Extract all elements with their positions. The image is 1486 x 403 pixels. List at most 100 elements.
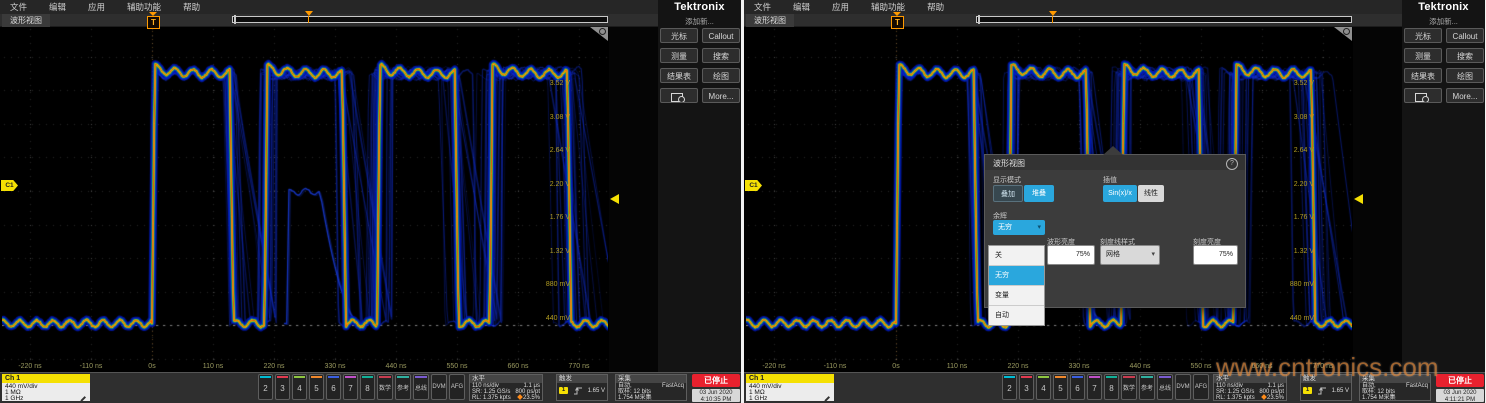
watermark: www.cntronics.com [1216, 352, 1439, 383]
ref-button[interactable]: 参考 [1139, 374, 1155, 400]
measure-button[interactable]: 测量 [660, 48, 698, 63]
run-stop-button[interactable]: 已停止 [1436, 374, 1484, 387]
search-button[interactable]: 搜索 [1446, 48, 1484, 63]
trigger-level-arrow-icon[interactable] [1354, 194, 1363, 204]
channel6-button[interactable]: 6 [326, 374, 341, 400]
trigger-source-chip: 1 [1303, 387, 1312, 394]
channel5-button[interactable]: 5 [1053, 374, 1068, 400]
cursor-button[interactable]: 光标 [1404, 28, 1442, 43]
math-button[interactable]: 数学 [1121, 374, 1137, 400]
trigger-level: 1.65 V [1332, 388, 1349, 394]
persistence-option-off[interactable]: 关 [989, 246, 1044, 266]
menu-file[interactable]: 文件 [10, 1, 27, 13]
results-table-button[interactable]: 结果表 [660, 68, 698, 83]
channel2-button[interactable]: 2 [258, 374, 273, 400]
measure-button[interactable]: 测量 [1404, 48, 1442, 63]
channel4-button[interactable]: 4 [1036, 374, 1051, 400]
channel6-button[interactable]: 6 [1070, 374, 1085, 400]
y-axis-label: 880 mV [526, 281, 570, 288]
math-button[interactable]: 数学 [377, 374, 393, 400]
menu-help[interactable]: 帮助 [183, 1, 200, 13]
callout-button[interactable]: Callout [702, 28, 740, 43]
zoom-search-button[interactable] [660, 88, 698, 103]
bus-button[interactable]: 总线 [413, 374, 429, 400]
run-stop-button[interactable]: 已停止 [692, 374, 740, 387]
trigger-level-arrow-icon[interactable] [610, 194, 619, 204]
trigger-position-flag[interactable]: T [891, 16, 904, 29]
channel2-color [260, 376, 271, 378]
persistence-option-infinite[interactable]: 无穷 [989, 266, 1044, 286]
x-axis-label: -110 ns [71, 363, 111, 370]
channel3-button[interactable]: 3 [1019, 374, 1034, 400]
sinx-toggle[interactable]: Sin(x)/x [1103, 185, 1137, 202]
channel8-button[interactable]: 8 [1104, 374, 1119, 400]
channel5-button[interactable]: 5 [309, 374, 324, 400]
bus-color [1159, 376, 1171, 378]
trigger-position-flag[interactable]: T [147, 16, 160, 29]
page: 文件 编辑 应用 辅助功能 帮助 波形视图 T C1 3.52 V 3.08 V… [0, 0, 1486, 403]
linear-toggle[interactable]: 线性 [1138, 185, 1164, 202]
dvm-button[interactable]: DVM [1175, 374, 1191, 400]
channel8-button[interactable]: 8 [360, 374, 375, 400]
magnifier-icon [1422, 96, 1429, 103]
plot-button[interactable]: 绘图 [702, 68, 740, 83]
channel7-color [1089, 376, 1100, 378]
afg-button[interactable]: AFG [1193, 374, 1209, 400]
horizontal-position-bar[interactable] [232, 16, 608, 23]
channel-buttons: 2 3 4 5 6 7 8 [1002, 374, 1119, 400]
persistence-option-auto[interactable]: 自动 [989, 306, 1044, 325]
channel2-button[interactable]: 2 [1002, 374, 1017, 400]
cursor-button[interactable]: 光标 [660, 28, 698, 43]
afg-button[interactable]: AFG [449, 374, 465, 400]
channel4-button[interactable]: 4 [292, 374, 307, 400]
graticule-style-dropdown[interactable]: 网格▾ [1100, 245, 1160, 265]
tab-waveform-view[interactable]: 波形视图 [2, 14, 50, 27]
channel7-color [345, 376, 356, 378]
search-button[interactable]: 搜索 [702, 48, 740, 63]
minimap-trigger-marker-icon[interactable] [1049, 11, 1057, 16]
channel2-color [1004, 376, 1015, 378]
menu-applications[interactable]: 应用 [88, 1, 105, 13]
channel1-badge[interactable]: Ch 1 440 mV/div 1 MΩ 1 GHz [746, 374, 834, 401]
more-button[interactable]: More... [1446, 88, 1484, 103]
waveform-graticule[interactable] [2, 27, 608, 363]
persistence-option-variable[interactable]: 变量 [989, 286, 1044, 306]
persistence-dropdown[interactable]: 无穷▾ [993, 220, 1045, 235]
tab-waveform-view[interactable]: 波形视图 [746, 14, 794, 27]
dvm-button[interactable]: DVM [431, 374, 447, 400]
menu-file[interactable]: 文件 [754, 1, 771, 13]
record-length: RL: 1.375 kpts [472, 395, 511, 401]
callout-button[interactable]: Callout [1446, 28, 1484, 43]
menu-help[interactable]: 帮助 [927, 1, 944, 13]
trigger-panel[interactable]: 触发 1 1.65 V [556, 374, 608, 401]
bus-button[interactable]: 总线 [1157, 374, 1173, 400]
minimap-trigger-marker-icon[interactable] [305, 11, 313, 16]
results-table-button[interactable]: 结果表 [1404, 68, 1442, 83]
acquisition-panel[interactable]: 采集 自动,FastAcq 取样: 12 bits 1.754 M采集 [615, 374, 687, 401]
menu-edit[interactable]: 编辑 [793, 1, 810, 13]
horizontal-position-bar[interactable] [976, 16, 1352, 23]
y-axis-label: 3.52 V [526, 80, 570, 87]
channel4-color [1038, 376, 1049, 378]
plot-button[interactable]: 绘图 [1446, 68, 1484, 83]
more-button[interactable]: More... [702, 88, 740, 103]
channel7-button[interactable]: 7 [343, 374, 358, 400]
channel5-color [1055, 376, 1066, 378]
ref-button[interactable]: 参考 [395, 374, 411, 400]
stacked-toggle[interactable]: 堆叠 [1024, 185, 1054, 202]
channel7-button[interactable]: 7 [1087, 374, 1102, 400]
y-axis-label: 3.52 V [1270, 80, 1314, 87]
zoom-search-button[interactable] [1404, 88, 1442, 103]
channel1-badge[interactable]: Ch 1 440 mV/div 1 MΩ 1 GHz [2, 374, 90, 401]
clock-time: 4:10:35 PM [692, 397, 740, 403]
horizontal-panel[interactable]: 水平 110 ns/div1.1 μs SR: 1.25 GS/s800 ps/… [469, 374, 543, 401]
menu-applications[interactable]: 应用 [832, 1, 849, 13]
overlay-toggle[interactable]: 叠加 [993, 185, 1023, 202]
menu-edit[interactable]: 编辑 [49, 1, 66, 13]
graticule-intensity-field[interactable]: 75% [1193, 245, 1238, 265]
waveform-intensity-field[interactable]: 75% [1047, 245, 1095, 265]
magnifier-icon [599, 28, 606, 35]
help-icon[interactable]: ? [1226, 158, 1238, 170]
channel3-button[interactable]: 3 [275, 374, 290, 400]
horizontal-position-bar-start [234, 15, 236, 24]
